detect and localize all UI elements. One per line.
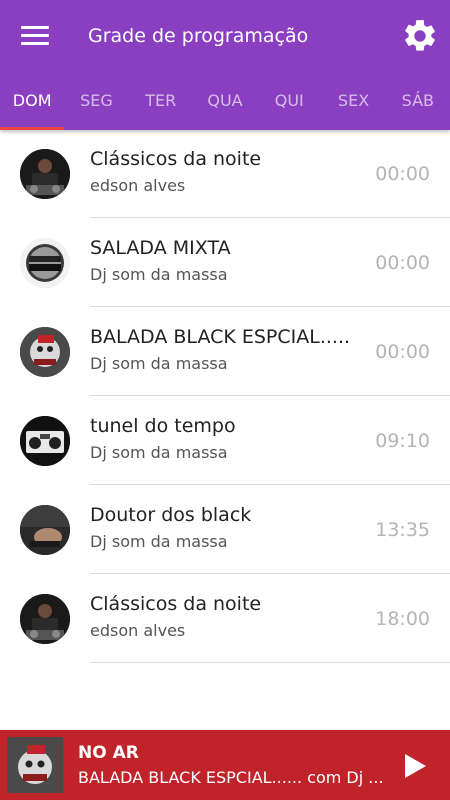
schedule-list: Clássicos da noite edson alves 00:00 SAL… [0, 129, 450, 663]
list-item[interactable]: BALADA BLACK ESPCIAL...... Dj som da mas… [0, 307, 450, 396]
now-playing-track: BALADA BLACK ESPCIAL...... com Dj ... [78, 768, 383, 787]
tab-dom[interactable]: DOM [0, 80, 65, 130]
show-host: edson alves [90, 621, 186, 640]
show-time: 00:00 [375, 163, 430, 185]
show-host: Dj som da massa [90, 532, 228, 551]
tab-sab[interactable]: SÁB [386, 80, 450, 130]
avatar [20, 238, 70, 288]
show-host: Dj som da massa [90, 354, 228, 373]
list-item[interactable]: Clássicos da noite edson alves 18:00 [0, 574, 450, 663]
tab-qua[interactable]: QUA [193, 80, 257, 130]
tab-sex[interactable]: SEX [321, 80, 385, 130]
avatar [20, 149, 70, 199]
show-title: Doutor dos black [90, 504, 252, 526]
page-title: Grade de programação [88, 25, 309, 47]
show-title: SALADA MIXTA [90, 237, 231, 259]
show-title: Clássicos da noite [90, 148, 262, 170]
show-host: edson alves [90, 176, 186, 195]
app-bar: Grade de programação DOM SEG TER QUA QUI… [0, 0, 450, 130]
avatar [20, 505, 70, 555]
play-icon[interactable] [395, 747, 433, 785]
tab-seg[interactable]: SEG [64, 80, 128, 130]
list-item[interactable]: Doutor dos black Dj som da massa 13:35 [0, 485, 450, 574]
show-time: 18:00 [375, 608, 430, 630]
list-item[interactable]: SALADA MIXTA Dj som da massa 00:00 [0, 218, 450, 307]
list-item[interactable]: Clássicos da noite edson alves 00:00 [0, 129, 450, 218]
on-air-label: NO AR [78, 743, 139, 763]
avatar [20, 416, 70, 466]
avatar [20, 327, 70, 377]
tab-ter[interactable]: TER [129, 80, 193, 130]
show-time: 00:00 [375, 252, 430, 274]
show-time: 00:00 [375, 341, 430, 363]
day-tabs: DOM SEG TER QUA QUI SEX SÁB [0, 80, 450, 130]
show-title: Clássicos da noite [90, 593, 262, 615]
show-host: Dj som da massa [90, 443, 228, 462]
list-item[interactable]: tunel do tempo Dj som da massa 09:10 [0, 396, 450, 485]
now-playing-bar[interactable]: NO AR BALADA BLACK ESPCIAL...... com Dj … [0, 730, 450, 800]
toolbar: Grade de programação [0, 0, 450, 72]
show-title: BALADA BLACK ESPCIAL...... [90, 326, 350, 348]
tab-qui[interactable]: QUI [257, 80, 321, 130]
gear-icon[interactable] [401, 17, 439, 55]
show-time: 09:10 [375, 430, 430, 452]
avatar [20, 594, 70, 644]
show-time: 13:35 [375, 519, 430, 541]
show-host: Dj som da massa [90, 265, 228, 284]
show-title: tunel do tempo [90, 415, 236, 437]
now-playing-artwork [7, 737, 63, 793]
hamburger-menu-icon[interactable] [14, 20, 56, 52]
